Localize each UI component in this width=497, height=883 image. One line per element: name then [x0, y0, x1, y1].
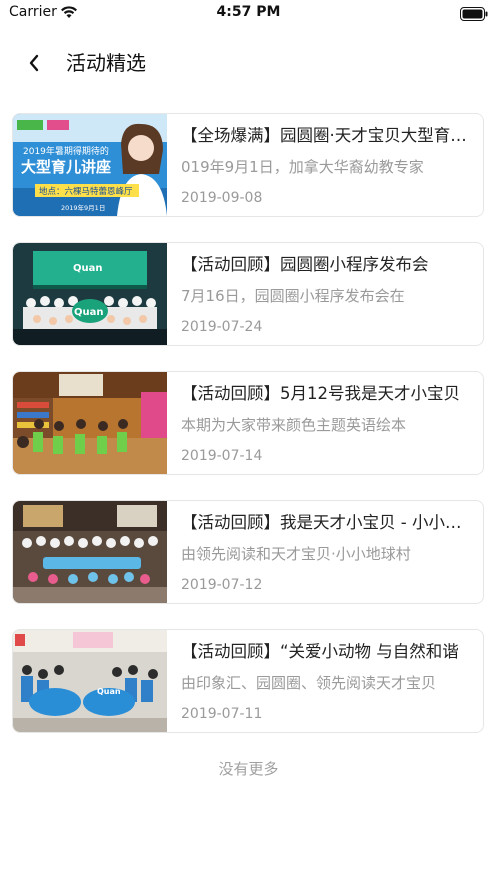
no-more-label: 没有更多	[218, 760, 279, 778]
article-thumbnail: Quan	[13, 630, 167, 732]
article-title: 【全场爆满】园圆圈·天才宝贝大型育儿讲座	[181, 126, 473, 145]
chevron-left-icon	[22, 54, 48, 80]
battery-icon	[460, 6, 488, 25]
article-desc: 019年9月1日，加拿大华裔幼教专家	[181, 158, 424, 176]
article-date: 2019-09-08	[181, 190, 263, 206]
thumb-logo-large: Quan	[74, 307, 104, 318]
thumb-title: 大型育儿讲座	[21, 158, 111, 176]
article-card[interactable]: 2019年暑期得期待的 大型育儿讲座 地点：六棵马特蕾恩峰厅 2019年9月1日…	[12, 113, 484, 217]
article-info: 【全场爆满】园圆圈·天才宝贝大型育儿讲座 019年9月1日，加拿大华裔幼教专家 …	[181, 114, 473, 216]
article-card[interactable]: 【活动回顾】5月12号我是天才小宝贝 本期为大家带来颜色主题英语绘本 2019-…	[12, 371, 484, 475]
back-button[interactable]	[22, 50, 48, 76]
article-thumbnail	[13, 501, 167, 603]
thumb-headline: 2019年暑期得期待的	[23, 145, 109, 157]
article-desc: 7月16日，园圆圈小程序发布会在	[181, 287, 405, 305]
page-title: 活动精选	[66, 51, 146, 75]
thumb-logo: Quan	[97, 687, 121, 696]
article-thumbnail: 2019年暑期得期待的 大型育儿讲座 地点：六棵马特蕾恩峰厅 2019年9月1日	[13, 114, 167, 216]
article-info: 【活动回顾】园圆圈小程序发布会 7月16日，园圆圈小程序发布会在 2019-07…	[181, 243, 473, 345]
article-desc: 由领先阅读和天才宝贝·小小地球村	[181, 545, 411, 563]
article-desc: 本期为大家带来颜色主题英语绘本	[181, 416, 407, 434]
article-date: 2019-07-24	[181, 319, 263, 335]
article-date: 2019-07-12	[181, 577, 263, 593]
article-info: 【活动回顾】我是天才小宝贝 - 小小地球 由领先阅读和天才宝贝·小小地球村 20…	[181, 501, 473, 603]
article-title: 【活动回顾】“关爱小动物 与自然和谐	[181, 642, 459, 661]
article-info: 【活动回顾】5月12号我是天才小宝贝 本期为大家带来颜色主题英语绘本 2019-…	[181, 372, 473, 474]
article-card[interactable]: Quan Quan 【活动回顾】园圆圈小程序发布会 7月16日，园圆圈小程序发布…	[12, 242, 484, 346]
article-thumbnail: Quan Quan	[13, 243, 167, 345]
article-list: 2019年暑期得期待的 大型育儿讲座 地点：六棵马特蕾恩峰厅 2019年9月1日…	[12, 113, 484, 758]
status-bar: Carrier 4:57 PM	[0, 0, 497, 26]
article-date: 2019-07-11	[181, 706, 263, 722]
thumb-location: 地点：六棵马特蕾恩峰厅	[39, 186, 133, 197]
clock: 4:57 PM	[216, 4, 281, 20]
article-info: 【活动回顾】“关爱小动物 与自然和谐 由印象汇、园圆圈、领先阅读天才宝贝 201…	[181, 630, 473, 732]
article-title: 【活动回顾】5月12号我是天才小宝贝	[181, 384, 460, 403]
article-thumbnail	[13, 372, 167, 474]
article-title: 【活动回顾】我是天才小宝贝 - 小小地球	[181, 513, 473, 532]
article-title: 【活动回顾】园圆圈小程序发布会	[181, 255, 429, 274]
nav-bar: 活动精选	[0, 40, 497, 86]
article-desc: 由印象汇、园圆圈、领先阅读天才宝贝	[181, 674, 437, 692]
thumb-logo: Quan	[73, 263, 103, 274]
article-date: 2019-07-14	[181, 448, 263, 464]
thumb-date: 2019年9月1日	[61, 203, 105, 212]
article-card[interactable]: Quan 【活动回顾】“关爱小动物 与自然和谐 由印象汇、园圆圈、领先阅读天才宝…	[12, 629, 484, 733]
article-card[interactable]: 【活动回顾】我是天才小宝贝 - 小小地球 由领先阅读和天才宝贝·小小地球村 20…	[12, 500, 484, 604]
